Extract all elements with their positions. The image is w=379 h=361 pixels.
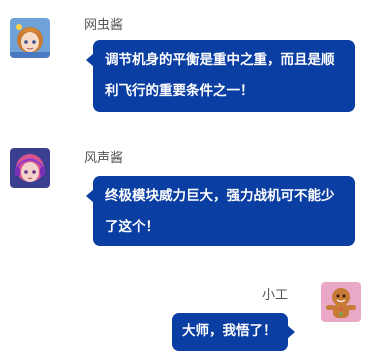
message-text: 大师，我悟了！ [182, 323, 277, 339]
avatar-message-1[interactable] [10, 18, 50, 58]
sender-name: 小工 [262, 288, 289, 303]
avatar-message-3[interactable] [321, 282, 361, 322]
message-bubble: 终极模块威力巨大，强力战机可不能少了这个！ [86, 176, 355, 246]
bubble-tail [86, 53, 94, 67]
message-text: 调节机身的平衡是重中之重，而且是顺利飞行的重要条件之一！ [105, 52, 335, 99]
message-text: 终极模块威力巨大，强力战机可不能少了这个！ [105, 188, 335, 235]
avatar-message-2[interactable] [10, 148, 50, 188]
bubble-tail [86, 189, 94, 203]
sender-name: 风声酱 [84, 151, 124, 166]
message-bubble: 调节机身的平衡是重中之重，而且是顺利飞行的重要条件之一！ [86, 40, 355, 112]
bubble-tail [287, 325, 295, 339]
gingerbread-man-icon [321, 282, 361, 322]
sender-name: 网虫酱 [84, 18, 124, 33]
message-bubble: 大师，我悟了！ [172, 313, 295, 351]
anime-girl-pink-hair-headphones-icon [10, 148, 50, 188]
anime-girl-orange-hair-icon [10, 18, 50, 58]
